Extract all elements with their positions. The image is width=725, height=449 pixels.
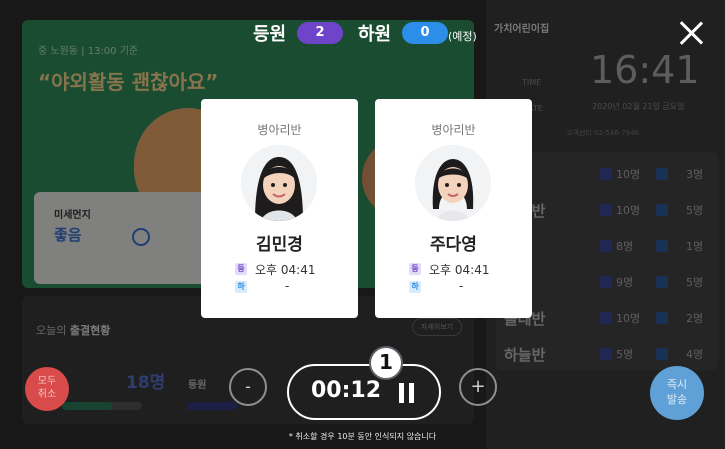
checkin-time: 오후 04:41 [429,263,490,277]
checkin-tag: 등 [235,263,247,275]
avatar [241,145,317,221]
step-number-badge: 1 [369,346,403,380]
student-class: 병아리반 [257,123,302,137]
checkout-tag: 하 [235,281,247,293]
timer-text: 00:12 [311,378,382,403]
girl-portrait-icon [241,145,317,221]
checkin-tag: 등 [409,263,421,275]
cancel-notice: * 취소할 경우 10분 동안 인식되지 않습니다 [288,432,437,441]
plus-button[interactable]: + [459,368,497,406]
checkout-note: (예정) [448,30,477,43]
send-now-button[interactable]: 즉시 발송 [650,366,704,420]
avatar [415,145,491,221]
timer-control[interactable]: 00:12 [287,364,441,420]
student-card: 병아리반 주다영 등 오후 04:41 하 - [375,99,532,318]
girl-portrait-icon [415,145,491,221]
pause-icon[interactable] [399,383,415,403]
checkin-time: 오후 04:41 [255,263,316,277]
student-card: 병아리반 김민경 등 오후 04:41 하 - [201,99,358,318]
student-name: 김민경 [256,235,303,255]
checkout-count-badge: 0 [402,22,448,44]
modal-header: 등원 2 하원 0 (예정) [0,20,725,50]
minus-button[interactable]: - [229,368,267,406]
cancel-all-button[interactable]: 모두 취소 [25,367,69,411]
checkout-time: - [459,279,464,293]
checkin-count-badge: 2 [297,22,343,44]
checkin-label: 등원 [253,24,287,45]
student-class: 병아리반 [431,123,476,137]
close-icon[interactable] [676,18,706,48]
student-name: 주다영 [430,235,477,255]
checkout-label: 하원 [358,24,392,45]
checkout-time: - [285,279,290,293]
checkout-tag: 하 [409,281,421,293]
